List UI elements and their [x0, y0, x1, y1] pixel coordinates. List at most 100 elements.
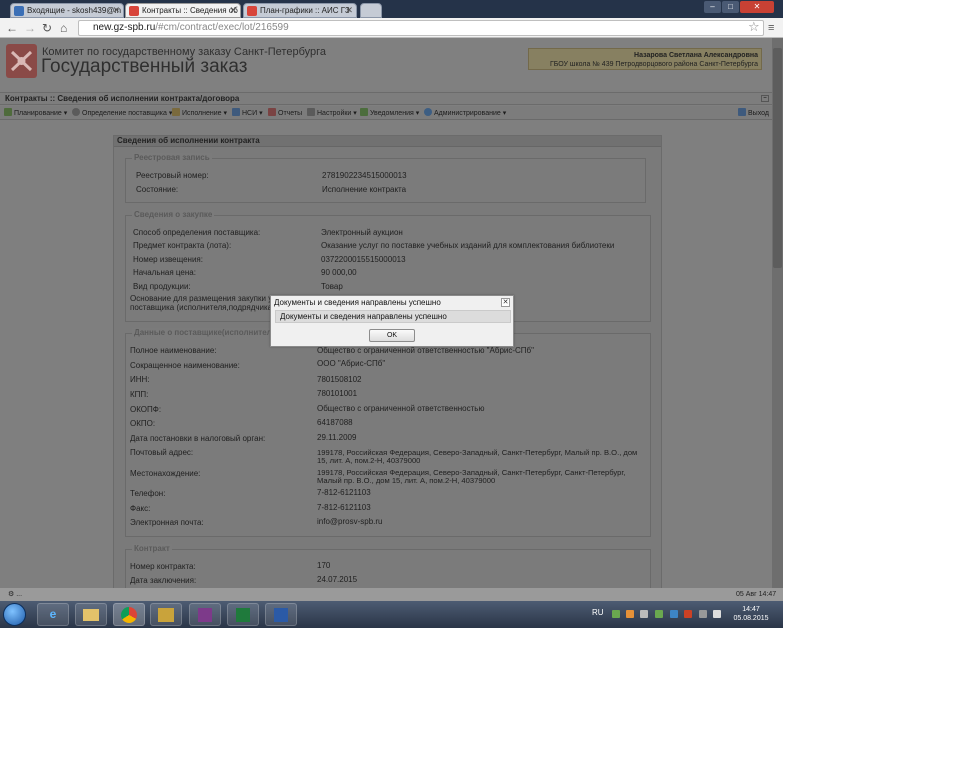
user-box: Назарова Светлана Александровна ГБОУ шко… [528, 48, 762, 70]
wrench-icon [307, 108, 315, 116]
close-icon[interactable]: ✕ [501, 298, 510, 307]
email-link[interactable]: info@prosv-spb.ru [317, 517, 382, 527]
menu-supplier[interactable]: Определение поставщика ▾ [72, 108, 172, 119]
forward-icon[interactable]: → [24, 20, 36, 36]
notification-icon [360, 108, 368, 116]
field-label: ОКОПФ: [130, 405, 162, 414]
menu-settings[interactable]: Настройки ▾ [307, 108, 357, 119]
field-value: ООО "Абрис-СПб" [317, 359, 386, 368]
language-indicator[interactable]: RU [592, 608, 604, 617]
volume-icon[interactable] [713, 610, 721, 618]
field-label: Телефон: [130, 489, 166, 498]
field-value: 90 000,00 [321, 268, 357, 277]
menu-icon[interactable]: ≡ [768, 20, 774, 36]
field-label: Полное наименование: [130, 346, 217, 355]
tray-icon[interactable] [670, 610, 678, 618]
word-icon[interactable] [265, 603, 297, 626]
books-icon[interactable] [189, 603, 221, 626]
field-label: Электронная почта: [130, 518, 204, 527]
section-legend: Контракт [132, 544, 172, 553]
menu-nsi[interactable]: НСИ ▾ [232, 108, 263, 119]
app-icon[interactable] [150, 603, 182, 626]
close-icon[interactable]: ✕ [345, 4, 353, 17]
field-label: Дата заключения: [130, 576, 197, 585]
field-value: Оказание услуг по поставке учебных издан… [321, 241, 615, 250]
bookmark-star-icon[interactable]: ☆ [748, 19, 760, 35]
clock-date: 05.08.2015 [733, 615, 769, 622]
section-legend: Данные о поставщике(исполнителе, по [132, 328, 293, 337]
status-datetime: 05 Авг 14:47 [736, 591, 777, 598]
restore-icon[interactable]: □ [722, 1, 739, 13]
menu-admin[interactable]: Администрирование ▾ [424, 108, 506, 119]
field-label: Состояние: [136, 185, 179, 194]
city-emblem-icon [6, 44, 37, 78]
collapse-icon[interactable]: – [761, 95, 769, 102]
tray-icon[interactable] [699, 610, 707, 618]
field-value: 7-812-6121103 [317, 488, 371, 497]
field-value: 780101001 [317, 389, 358, 398]
printer-icon[interactable] [640, 610, 648, 618]
tray-icon[interactable] [626, 610, 634, 618]
menu-notifications[interactable]: Уведомления ▾ [360, 108, 419, 119]
clock[interactable]: 14:47 05.08.2015 [731, 605, 771, 623]
menu-reports[interactable]: Отчеты [268, 108, 302, 119]
new-tab-button[interactable] [360, 3, 382, 18]
tray-icon[interactable] [655, 610, 663, 618]
close-window-icon[interactable]: ✕ [740, 1, 774, 13]
excel-icon[interactable] [227, 603, 259, 626]
tab-contracts[interactable]: Контракты :: Сведения об ✕ [125, 3, 241, 18]
field-label: Сокращенное наименование: [130, 361, 240, 370]
network-icon[interactable] [684, 610, 692, 618]
dialog-title: Документы и сведения направлены успешно [274, 298, 441, 307]
clock-time: 14:47 [742, 606, 760, 613]
user-name: Назарова Светлана Александровна [634, 52, 758, 59]
field-value: 0372200015515000013 [321, 255, 406, 264]
url-field[interactable]: new.gz-spb.ru/#cm/contract/exec/lot/2165… [78, 20, 764, 36]
panel-title: Сведения об исполнении контракта [114, 136, 661, 147]
ie-icon[interactable]: e [37, 603, 69, 626]
postal-address-line: 15, лит. А, пом.2-Н, 40379000 [317, 456, 421, 465]
field-label: Почтовый адрес: [130, 448, 194, 457]
user-org: ГБОУ школа № 439 Петродворцового района … [549, 61, 758, 68]
scrollbar-thumb[interactable] [773, 48, 782, 268]
screenshot: Входящие - skosh439@m ✕ Контракты :: Све… [0, 0, 783, 628]
field-value: Товар [321, 282, 343, 291]
tab-plans[interactable]: План-графики :: АИС ГЗ ✕ [243, 3, 357, 18]
chrome-icon[interactable] [113, 603, 145, 626]
success-dialog: Документы и сведения направлены успешно … [270, 295, 514, 347]
field-value: 7801508102 [317, 375, 362, 384]
field-label: поставщика (исполнителя,подрядчика): [130, 303, 278, 312]
field-value: Общество с ограниченной ответственностью… [317, 346, 534, 355]
minimize-icon[interactable]: – [704, 1, 721, 13]
field-value: 7-812-6121103 [317, 503, 371, 512]
field-label: Реестровый номер: [136, 171, 209, 180]
field-value: 64187088 [317, 418, 353, 427]
ok-button[interactable]: OK [369, 329, 415, 342]
tab-inbox[interactable]: Входящие - skosh439@m ✕ [10, 3, 124, 18]
location-line: Малый пр. В.О., дом 15, лит. А, пом.2-Н,… [317, 476, 496, 485]
execution-icon [172, 108, 180, 116]
breadcrumb-text: Контракты :: Сведения об исполнении конт… [5, 94, 240, 103]
tray-icon[interactable] [612, 610, 620, 618]
field-label: ОКПО: [130, 419, 156, 428]
field-value: Электронный аукцион [321, 228, 403, 237]
tab-label: План-графики :: АИС ГЗ [260, 6, 350, 15]
section-legend: Сведения о закупке [132, 210, 215, 219]
logout-button[interactable]: Выход [738, 108, 769, 119]
close-icon[interactable]: ✕ [112, 4, 120, 17]
field-label: ИНН: [130, 375, 150, 384]
home-icon[interactable]: ⌂ [60, 20, 67, 36]
field-value: 29.11.2009 [317, 433, 357, 442]
back-icon[interactable]: ← [6, 20, 18, 36]
page-scrollbar[interactable] [772, 38, 783, 588]
site-logo-icon [247, 6, 257, 16]
reload-icon[interactable]: ↻ [42, 20, 52, 36]
field-value: 170 [317, 561, 331, 570]
close-icon[interactable]: ✕ [229, 4, 237, 17]
folder-icon[interactable] [75, 603, 107, 626]
menu-execution[interactable]: Исполнение ▾ [172, 108, 227, 119]
taskbar: e RU 14:47 05.08.2015 [0, 601, 783, 628]
start-button[interactable] [3, 603, 26, 626]
field-label: Номер извещения: [133, 255, 203, 264]
menu-planning[interactable]: Планирование ▾ [4, 108, 67, 119]
